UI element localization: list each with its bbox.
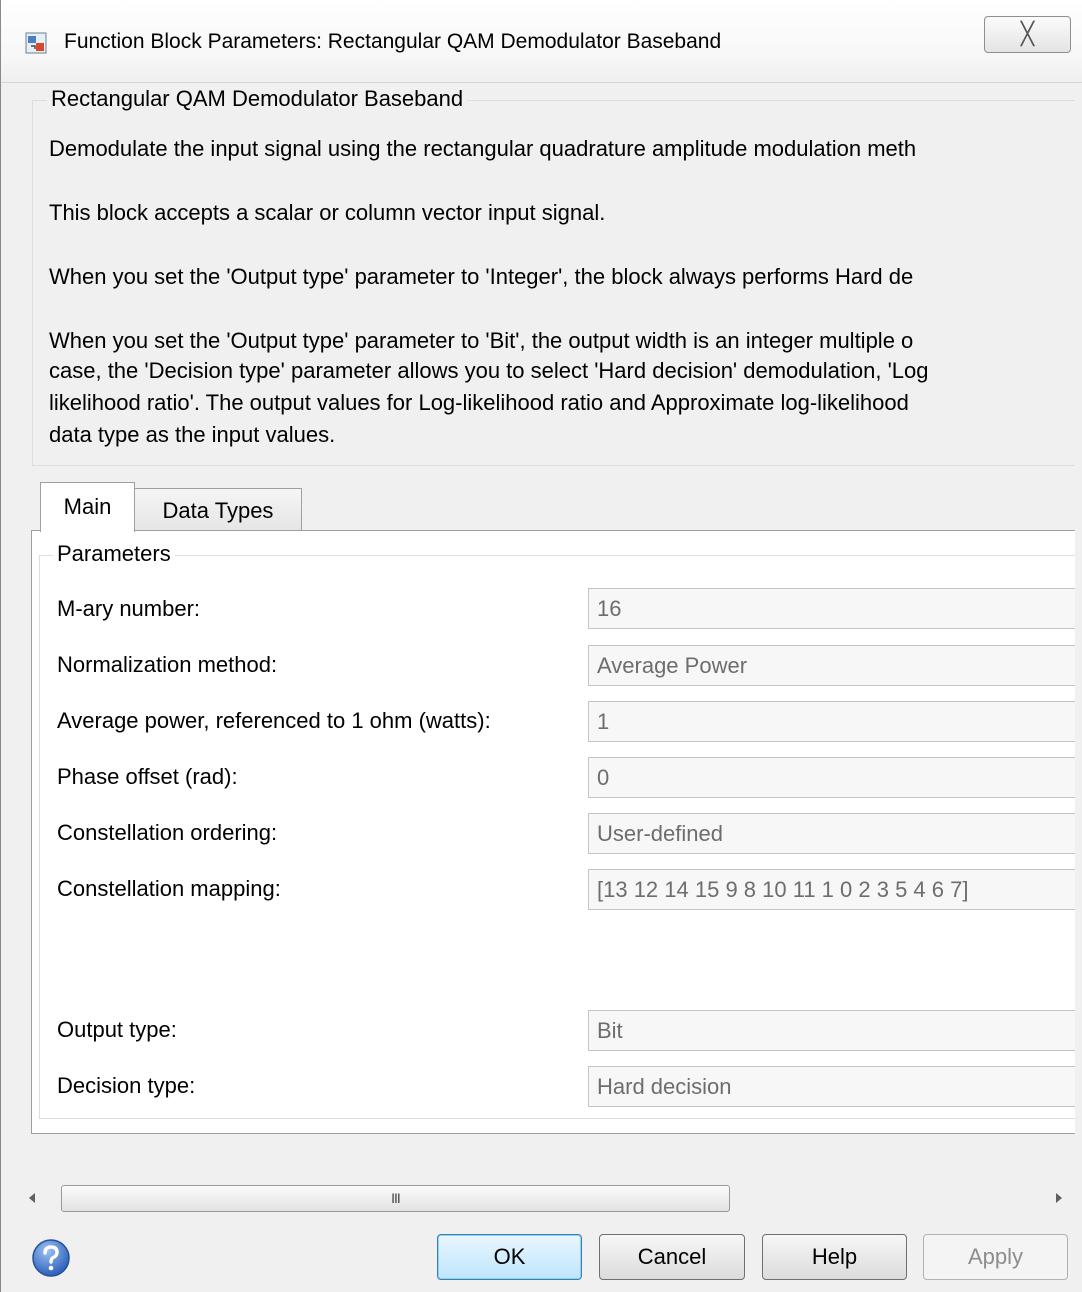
dialog-window: Function Block Parameters: Rectangular Q… (0, 0, 1082, 1292)
description-line: Demodulate the input signal using the re… (49, 136, 917, 161)
tab-data-types[interactable]: Data Types (134, 488, 302, 530)
grip-icon: III (391, 1190, 401, 1206)
output-type-select[interactable]: Bit (588, 1010, 1075, 1051)
scroll-left-arrow-icon[interactable] (29, 1193, 35, 1203)
constellation-ordering-select[interactable]: User-defined (588, 813, 1075, 854)
normalization-method-select[interactable]: Average Power (588, 645, 1075, 686)
m-ary-number-label: M-ary number: (57, 596, 201, 621)
normalization-method-label: Normalization method: (57, 652, 278, 677)
m-ary-number-field[interactable]: 16 (588, 588, 1075, 629)
scrollbar-thumb[interactable]: III (61, 1185, 730, 1212)
apply-button[interactable]: Apply (923, 1234, 1068, 1280)
output-type-label: Output type: (57, 1017, 177, 1042)
constellation-mapping-label: Constellation mapping: (57, 876, 281, 901)
average-power-field[interactable]: 1 (588, 701, 1075, 742)
description-line: data type as the input values. (49, 422, 336, 447)
phase-offset-label: Phase offset (rad): (57, 764, 238, 789)
horizontal-scrollbar[interactable]: III (21, 1185, 1082, 1213)
help-button[interactable]: Help (762, 1234, 907, 1280)
decision-type-select[interactable]: Hard decision (588, 1066, 1075, 1107)
description-line: case, the 'Decision type' parameter allo… (49, 358, 929, 383)
help-question-icon[interactable] (31, 1238, 71, 1278)
description-group-title: Rectangular QAM Demodulator Baseband (47, 86, 468, 112)
constellation-mapping-field[interactable]: [13 12 14 15 9 8 10 11 1 0 2 3 5 4 6 7] (588, 869, 1075, 910)
description-line: likelihood ratio'. The output values for… (49, 390, 909, 415)
average-power-label: Average power, referenced to 1 ohm (watt… (57, 708, 491, 733)
decision-type-label: Decision type: (57, 1073, 196, 1098)
description-line: When you set the 'Output type' parameter… (49, 328, 914, 353)
cancel-button[interactable]: Cancel (599, 1234, 745, 1280)
content-area: Rectangular QAM Demodulator Baseband Dem… (1, 0, 1075, 1292)
tab-main[interactable]: Main (40, 482, 135, 532)
parameters-group-title: Parameters (53, 541, 175, 567)
ok-button[interactable]: OK (437, 1234, 582, 1280)
scroll-right-arrow-icon[interactable] (1056, 1193, 1062, 1203)
constellation-ordering-label: Constellation ordering: (57, 820, 278, 845)
phase-offset-field[interactable]: 0 (588, 757, 1075, 798)
tab-label: Data Types (162, 498, 274, 523)
tab-label: Main (63, 494, 112, 519)
description-line: This block accepts a scalar or column ve… (49, 200, 606, 225)
description-line: When you set the 'Output type' parameter… (49, 264, 914, 289)
